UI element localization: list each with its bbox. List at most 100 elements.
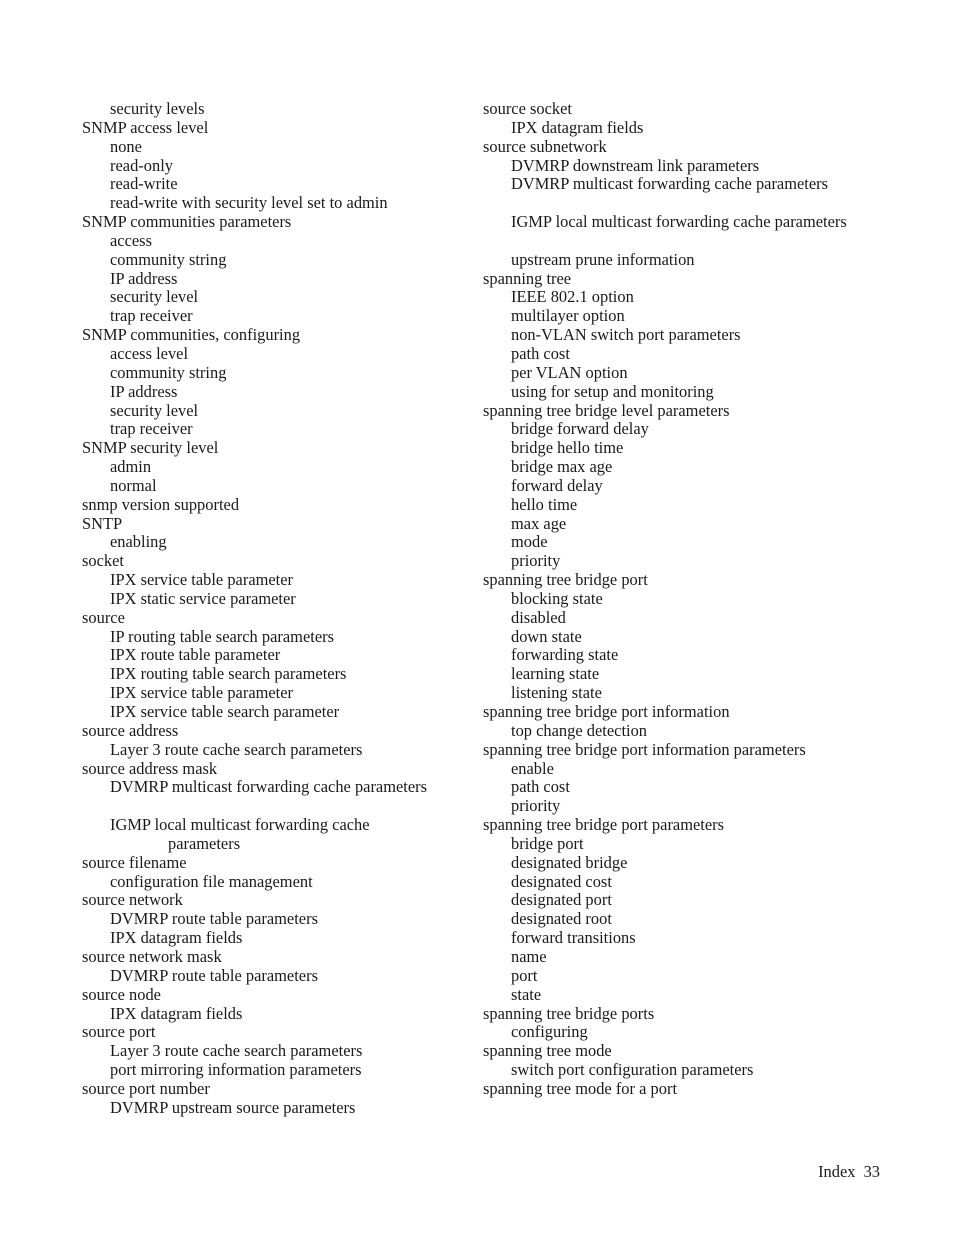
index-column-right: source socket IPX datagram fields source s…	[483, 99, 883, 1099]
index-entry: forward delay	[511, 475, 603, 495]
index-entry: spanning tree bridge port information	[483, 702, 730, 721]
index-entry: IPX datagram fields	[511, 117, 644, 137]
index-entry: path cost	[511, 777, 570, 797]
index-entry: normal	[110, 475, 157, 495]
index-entry: spanning tree mode	[483, 1041, 612, 1061]
index-entry: source node	[82, 984, 161, 1004]
index-entry: down state	[511, 626, 582, 646]
index-entry: IGMP local multicast forwarding cache pa…	[511, 212, 847, 232]
index-spacer	[483, 194, 883, 213]
index-entry: disabled	[511, 607, 566, 627]
index-entry: designated root	[511, 909, 612, 929]
index-entry: designated port	[511, 890, 612, 910]
index-entry: enable	[511, 758, 554, 778]
page-footer: Index 33	[818, 1162, 880, 1181]
index-entry: max age	[511, 513, 567, 533]
index-entry: state	[511, 984, 542, 1004]
index-entry: learning state	[511, 664, 600, 684]
index-entry: bridge port	[511, 833, 584, 853]
index-entry: designated cost	[511, 871, 612, 891]
index-entry: DVMRP multicast forwarding cache paramet…	[511, 174, 829, 194]
index-entry: source port number	[82, 1078, 210, 1098]
index-entry: upstream prune information	[511, 249, 695, 269]
index-entry: SNMP communities, configuring	[82, 325, 301, 345]
index-entry: read-only	[110, 155, 173, 175]
index-entry: IPX service table search parameter	[110, 702, 340, 721]
index-entry: name	[511, 946, 547, 966]
index-entry: SNMP security level	[82, 438, 219, 458]
index-entry: socket	[82, 551, 124, 571]
index-entry: forwarding state	[511, 645, 619, 665]
index-entry: IP address	[110, 381, 178, 401]
index-entry: path cost	[511, 343, 570, 363]
index-entry: IPX service table parameter	[110, 683, 294, 703]
index-entry: DVMRP multicast forwarding cache paramet…	[110, 777, 428, 797]
index-entry: DVMRP route table parameters	[110, 965, 318, 985]
index-entry: source network	[82, 890, 183, 910]
index-entry: trap receiver	[110, 419, 193, 439]
index-entry: parameters	[168, 833, 241, 853]
index-entry: IGMP local multicast forwarding cache	[110, 815, 370, 835]
index-entry: switch port configuration parameters	[511, 1060, 754, 1080]
index-entry: source filename	[82, 852, 187, 872]
index-entry: mode	[511, 532, 548, 552]
index-entry: snmp version supported	[82, 494, 240, 514]
index-entry: spanning tree	[483, 268, 572, 288]
index-entry: spanning tree bridge port	[483, 570, 648, 590]
index-entry: spanning tree bridge level parameters	[483, 400, 730, 420]
index-entry: IPX static service parameter	[110, 588, 296, 608]
index-entry: access	[110, 230, 152, 250]
index-entry: spanning tree bridge port information pa…	[483, 739, 806, 759]
index-entry: bridge forward delay	[511, 419, 649, 439]
index-entry: configuration file management	[110, 871, 313, 891]
index-entry: security level	[110, 400, 199, 420]
index-entry: read-write	[110, 174, 178, 194]
index-entry: priority	[511, 796, 561, 816]
index-entry: read-write with security level set to ad…	[110, 193, 388, 213]
index-entry: IPX routing table search parameters	[110, 664, 347, 684]
index-entry: designated bridge	[511, 852, 628, 872]
index-entry: SNMP communities parameters	[82, 212, 292, 232]
index-entry: DVMRP route table parameters	[110, 909, 318, 929]
index-entry: access level	[110, 343, 189, 363]
index-entry: IPX service table parameter	[110, 570, 294, 590]
index-entry: security level	[110, 287, 199, 307]
index-entry: source network mask	[82, 946, 222, 966]
index-entry: listening state	[511, 683, 602, 703]
index-entry: forward transitions	[511, 928, 636, 948]
index-entry: spanning tree mode for a port	[483, 1078, 678, 1098]
index-entry: blocking state	[511, 588, 603, 608]
index-entry: top change detection	[511, 720, 648, 740]
index-entry: admin	[110, 457, 152, 477]
index-entry: port mirroring information parameters	[110, 1060, 362, 1080]
index-entry: IEEE 802.1 option	[511, 287, 634, 307]
index-entry: community string	[110, 249, 227, 269]
index-entry: bridge max age	[511, 457, 613, 477]
index-entry: IPX datagram fields	[110, 1003, 243, 1023]
index-entry: spanning tree bridge ports	[483, 1003, 655, 1023]
index-entry: configuring	[511, 1022, 588, 1042]
index-page: security levels SNMP access level none read…	[0, 0, 954, 1235]
index-spacer	[82, 797, 462, 816]
index-entry: trap receiver	[110, 306, 193, 326]
index-entry: source subnetwork	[483, 136, 607, 156]
index-entry: DVMRP downstream link parameters	[511, 155, 760, 175]
index-column-left: security levels SNMP access level none read…	[82, 99, 462, 1118]
index-entry: IPX datagram fields	[110, 928, 243, 948]
index-entry: priority	[511, 551, 561, 571]
index-entry: hello time	[511, 494, 578, 514]
index-entry: none	[110, 136, 142, 156]
index-entry: IP address	[110, 268, 178, 288]
index-entry: source port	[82, 1022, 156, 1042]
index-entry: multilayer option	[511, 306, 625, 326]
index-entry: port	[511, 965, 538, 985]
index-entry: DVMRP upstream source parameters	[110, 1097, 356, 1117]
index-entry: security levels	[110, 99, 205, 118]
index-entry: source address mask	[82, 758, 218, 778]
index-entry: Layer 3 route cache search parameters	[110, 739, 363, 759]
index-entry: per VLAN option	[511, 362, 628, 382]
index-spacer	[483, 232, 883, 251]
index-entry: IP routing table search parameters	[110, 626, 334, 646]
index-entry: community string	[110, 362, 227, 382]
index-entry: SNTP	[82, 513, 123, 533]
